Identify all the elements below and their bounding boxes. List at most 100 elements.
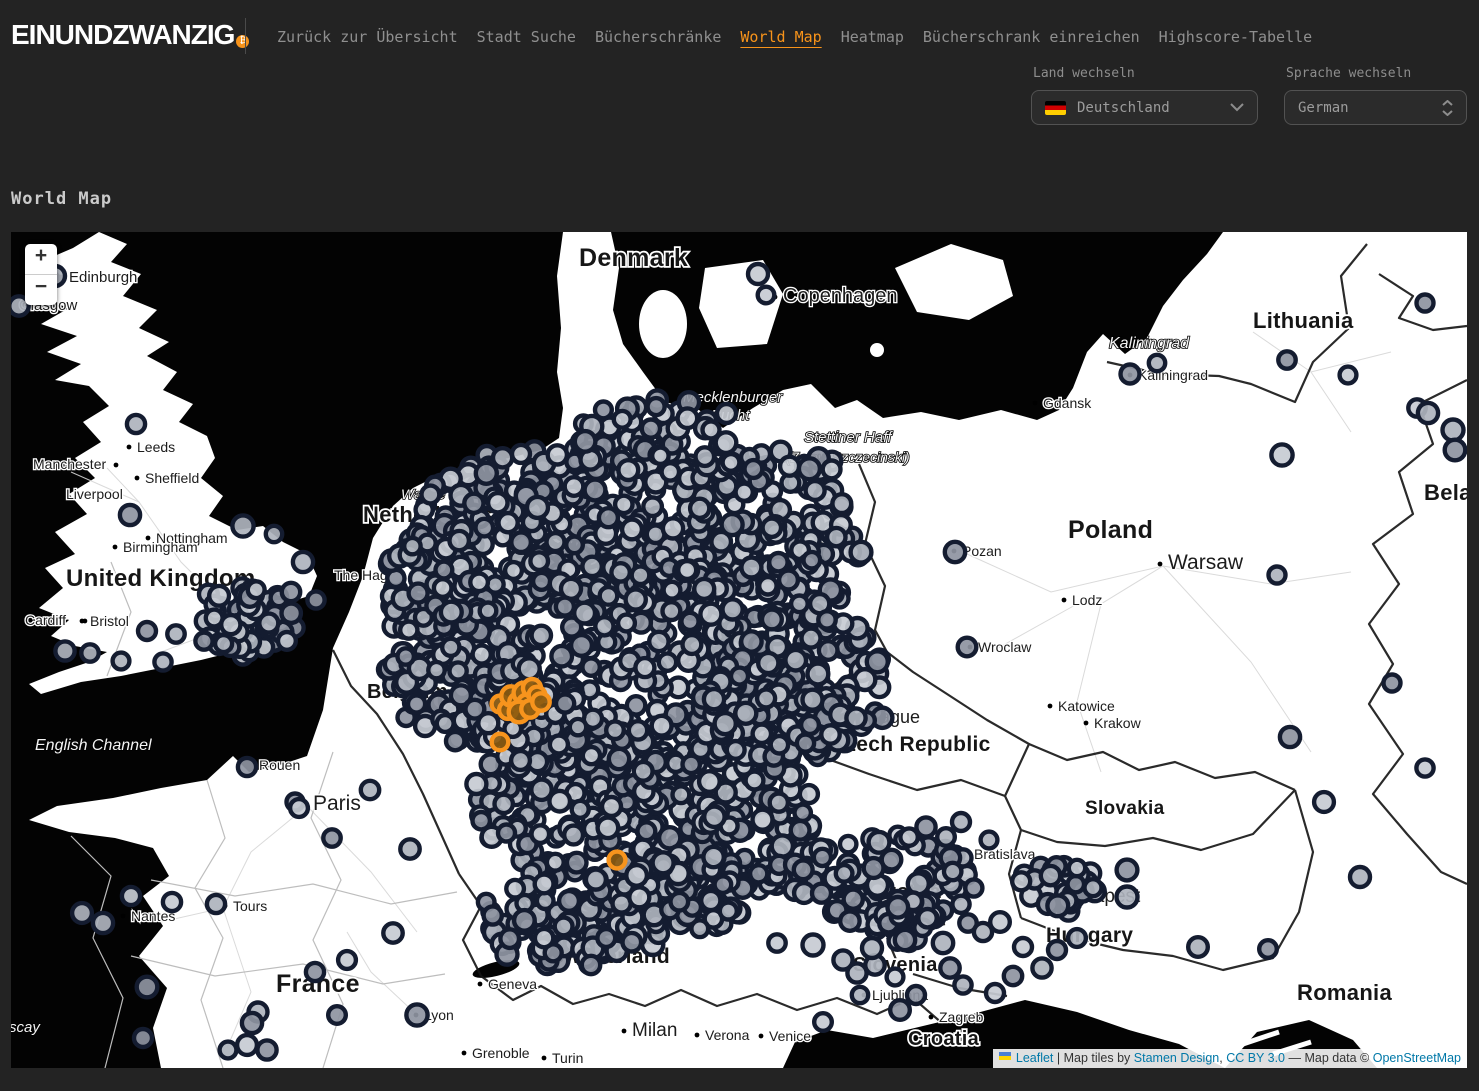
book-exchange-marker[interactable] [585, 480, 606, 501]
book-exchange-marker[interactable] [282, 583, 300, 601]
book-exchange-marker[interactable] [771, 736, 788, 753]
attribution-link[interactable]: Stamen Design [1134, 1051, 1219, 1065]
book-exchange-marker[interactable] [799, 458, 820, 479]
book-exchange-marker[interactable] [207, 895, 225, 913]
book-exchange-marker[interactable] [986, 984, 1004, 1002]
nav-link-heatmap[interactable]: Heatmap [841, 28, 904, 46]
book-exchange-marker[interactable] [681, 613, 698, 630]
book-exchange-marker[interactable] [803, 690, 823, 710]
book-exchange-marker[interactable] [704, 807, 724, 827]
book-exchange-marker[interactable] [1280, 727, 1300, 747]
book-exchange-marker[interactable] [758, 653, 778, 673]
book-exchange-marker[interactable] [741, 558, 761, 578]
book-exchange-marker[interactable] [727, 741, 745, 759]
book-exchange-marker[interactable] [887, 969, 904, 986]
book-exchange-marker[interactable] [464, 494, 483, 513]
book-exchange-marker[interactable] [532, 825, 550, 843]
book-exchange-marker[interactable] [113, 653, 130, 670]
book-exchange-marker[interactable] [582, 658, 599, 675]
book-exchange-marker[interactable] [574, 603, 595, 624]
book-exchange-marker[interactable] [556, 598, 574, 616]
book-exchange-marker[interactable] [1269, 567, 1286, 584]
book-exchange-marker[interactable] [400, 622, 417, 639]
book-exchange-marker[interactable] [800, 785, 818, 803]
book-exchange-marker[interactable] [907, 986, 925, 1004]
book-exchange-marker[interactable] [652, 716, 672, 736]
book-exchange-marker[interactable] [406, 1004, 427, 1025]
nav-link-b-cherschrank-einreichen[interactable]: Bücherschrank einreichen [923, 28, 1140, 46]
book-exchange-marker[interactable] [770, 794, 788, 812]
book-exchange-marker[interactable] [1340, 367, 1357, 384]
book-exchange-marker[interactable] [626, 589, 646, 609]
book-exchange-marker[interactable] [215, 635, 232, 652]
book-exchange-marker[interactable] [940, 958, 959, 977]
book-exchange-marker[interactable] [238, 758, 256, 776]
book-exchange-marker[interactable] [821, 725, 839, 743]
book-exchange-marker[interactable] [1047, 895, 1068, 916]
book-exchange-marker[interactable] [512, 445, 530, 463]
book-exchange-marker[interactable] [1418, 403, 1438, 423]
book-exchange-marker[interactable] [476, 463, 497, 484]
book-exchange-marker[interactable] [759, 577, 776, 594]
logo[interactable]: EINUNDZWANZIG ₿ [11, 20, 249, 50]
book-exchange-marker[interactable] [700, 604, 721, 625]
book-exchange-marker[interactable] [614, 411, 631, 428]
book-exchange-marker[interactable] [511, 532, 531, 552]
book-exchange-marker[interactable] [678, 408, 698, 428]
book-exchange-marker[interactable] [437, 715, 454, 732]
book-exchange-marker[interactable] [723, 454, 740, 471]
book-exchange-marker[interactable] [958, 638, 977, 657]
book-exchange-marker[interactable] [556, 694, 574, 712]
book-exchange-marker[interactable] [307, 591, 324, 608]
book-exchange-marker[interactable] [1443, 420, 1464, 441]
book-exchange-marker[interactable] [785, 650, 806, 671]
book-exchange-marker[interactable] [758, 287, 775, 304]
book-exchange-marker[interactable] [945, 542, 965, 562]
book-exchange-marker[interactable] [1314, 792, 1334, 812]
book-exchange-marker[interactable] [769, 553, 787, 571]
book-exchange-marker[interactable] [470, 574, 488, 592]
book-exchange-marker[interactable] [933, 933, 953, 953]
book-exchange-marker[interactable] [582, 956, 600, 974]
book-exchange-marker[interactable] [952, 896, 969, 913]
book-exchange-marker[interactable] [716, 432, 737, 453]
book-exchange-marker[interactable] [864, 858, 884, 878]
book-exchange-marker[interactable] [567, 853, 587, 873]
book-exchange-marker[interactable] [918, 909, 936, 927]
book-exchange-marker[interactable] [436, 562, 453, 579]
book-exchange-marker[interactable] [1068, 876, 1084, 892]
book-exchange-marker[interactable] [450, 662, 467, 679]
book-exchange-marker-highlight[interactable] [492, 734, 509, 751]
book-exchange-marker[interactable] [120, 505, 140, 525]
book-exchange-marker[interactable] [599, 508, 618, 527]
book-exchange-marker[interactable] [715, 713, 736, 734]
book-exchange-marker[interactable] [618, 460, 638, 480]
book-exchange-marker[interactable] [1041, 866, 1060, 885]
attribution-link[interactable]: OpenStreetMap [1373, 1051, 1461, 1065]
book-exchange-marker[interactable] [478, 713, 498, 733]
book-exchange-marker[interactable] [127, 415, 145, 433]
book-exchange-marker[interactable] [609, 749, 629, 769]
book-exchange-marker[interactable] [602, 797, 621, 816]
book-exchange-marker[interactable] [242, 1013, 262, 1033]
zoom-in-button[interactable]: + [25, 244, 57, 275]
book-exchange-marker[interactable] [937, 828, 955, 846]
book-exchange-marker[interactable] [632, 566, 650, 584]
book-exchange-marker[interactable] [818, 611, 835, 628]
book-exchange-marker[interactable] [648, 398, 665, 415]
book-exchange-marker[interactable] [572, 801, 589, 818]
book-exchange-marker[interactable] [795, 805, 811, 821]
book-exchange-marker[interactable] [869, 832, 890, 853]
book-exchange-marker[interactable] [1259, 940, 1277, 958]
book-exchange-marker[interactable] [683, 756, 700, 773]
book-exchange-marker[interactable] [564, 826, 583, 845]
book-exchange-marker[interactable] [635, 658, 654, 677]
book-exchange-marker[interactable] [1117, 887, 1138, 908]
book-exchange-marker[interactable] [137, 977, 158, 998]
book-exchange-marker[interactable] [566, 537, 583, 554]
book-exchange-marker[interactable] [167, 625, 184, 642]
book-exchange-marker[interactable] [480, 603, 497, 620]
zoom-out-button[interactable]: − [25, 275, 57, 305]
attribution-link[interactable]: CC BY 3.0 [1226, 1051, 1285, 1065]
book-exchange-marker[interactable] [550, 736, 568, 754]
